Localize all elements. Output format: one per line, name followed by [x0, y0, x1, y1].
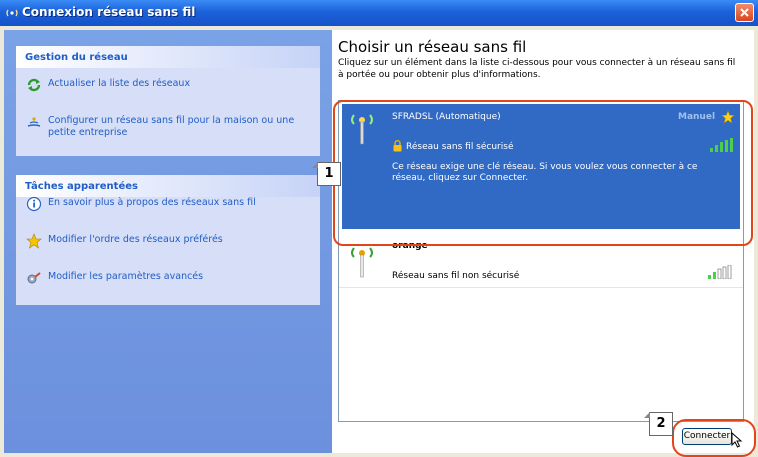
wireless-connection-window: Connexion réseau sans fil Gestion du rés…	[0, 0, 758, 457]
network-description: Ce réseau exige une clé réseau. Si vous …	[392, 162, 698, 183]
star-icon	[26, 233, 42, 249]
callout-1: 1	[312, 162, 341, 186]
instructions-text: Cliquez sur un élément dans la liste ci-…	[338, 58, 736, 80]
info-icon	[26, 196, 42, 212]
related-tasks-panel: Tâches apparentées En savoir plus à prop…	[16, 175, 320, 305]
close-button[interactable]	[735, 3, 754, 22]
related-tasks-title: Tâches apparentées	[25, 181, 138, 192]
window-client: Gestion du réseau Actualiser la liste de…	[4, 30, 754, 453]
title-bar[interactable]: Connexion réseau sans fil	[0, 0, 758, 26]
related-tasks-header: Tâches apparentées	[16, 175, 320, 197]
advanced-settings-label: Modifier les paramètres avancés	[48, 271, 204, 282]
setup-network-label: Configurer un réseau sans fil pour la ma…	[48, 115, 295, 138]
network-item-sfradsl[interactable]: SFRADSL (Automatique) Manuel Réseau sans…	[342, 104, 740, 229]
page-title: Choisir un réseau sans fil	[338, 38, 527, 56]
network-list[interactable]: SFRADSL (Automatique) Manuel Réseau sans…	[338, 100, 744, 422]
connect-button[interactable]: Connecter	[682, 428, 732, 445]
change-order-label: Modifier l'ordre des réseaux préférés	[48, 234, 223, 245]
close-icon	[740, 8, 749, 17]
setup-wizard-icon	[27, 117, 41, 127]
signal-strength-icon	[710, 138, 733, 152]
antenna-icon	[351, 247, 373, 278]
network-security: Réseau sans fil sécurisé	[406, 142, 514, 152]
window-title: Connexion réseau sans fil	[22, 5, 196, 19]
network-tasks-header: Gestion du réseau	[16, 46, 320, 68]
refresh-networks-label: Actualiser la liste des réseaux	[48, 78, 191, 89]
network-item-orange[interactable]: orange Réseau sans fil non sécurisé	[339, 241, 743, 288]
connection-mode: Manuel	[678, 112, 716, 122]
wireless-icon	[6, 9, 18, 17]
preferred-star-icon	[721, 110, 735, 124]
main-content: Choisir un réseau sans fil Cliquez sur u…	[332, 30, 754, 453]
antenna-icon	[351, 114, 373, 145]
callout-2: 2	[644, 412, 673, 436]
network-tasks-title: Gestion du réseau	[25, 52, 128, 63]
network-name: SFRADSL (Automatique)	[392, 112, 501, 122]
network-security: Réseau sans fil non sécurisé	[392, 271, 520, 281]
mouse-cursor-icon	[731, 432, 743, 448]
network-tasks-panel: Gestion du réseau Actualiser la liste de…	[16, 46, 320, 156]
settings-icon	[27, 272, 41, 284]
learn-more-label: En savoir plus à propos des réseaux sans…	[48, 197, 256, 208]
network-name: orange	[392, 241, 428, 251]
refresh-icon	[27, 78, 41, 92]
signal-strength-icon	[708, 265, 732, 279]
task-sidebar: Gestion du réseau Actualiser la liste de…	[4, 30, 332, 453]
lock-icon	[393, 140, 402, 152]
